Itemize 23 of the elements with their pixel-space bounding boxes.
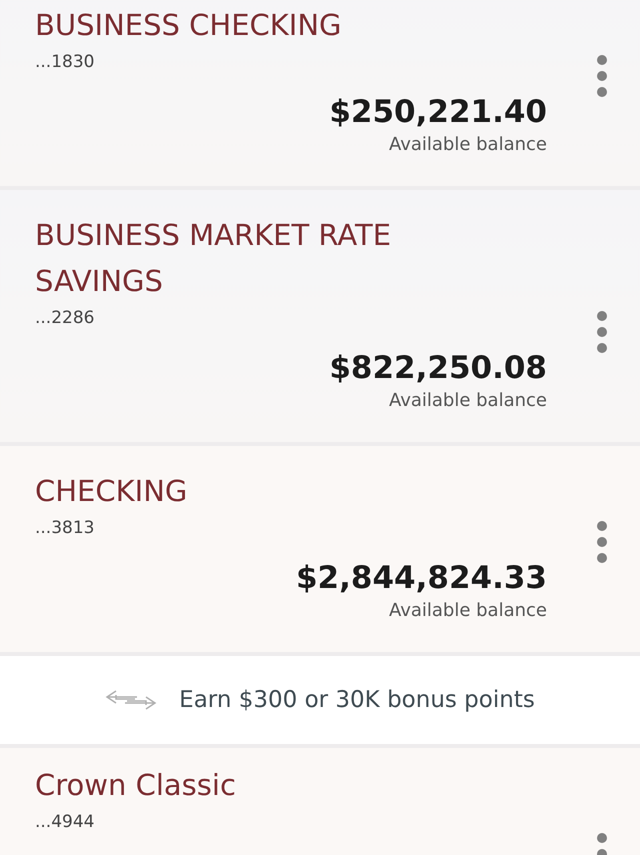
account-card[interactable]: BUSINESS CHECKING ...1830 $250,221.40 Available balance — [0, 0, 640, 186]
balance-amount: $822,250.08 — [328, 349, 547, 388]
balance-amount: $250,221.40 — [328, 93, 547, 132]
account-name: Crown Classic — [35, 767, 237, 804]
account-card[interactable]: BUSINESS MARKET RATE SAVINGS ...2286 $822,250.08 Available balance — [0, 190, 640, 442]
balance-amount: $2,844,824.33 — [294, 559, 547, 598]
account-card[interactable]: Crown Classic ...4944 — [0, 748, 640, 855]
account-name: BUSINESS CHECKING — [35, 7, 342, 44]
promo-link[interactable]: Earn $300 or 30K bonus points — [0, 656, 640, 744]
balance-label: Available balance — [388, 133, 547, 157]
balance-label: Available balance — [388, 389, 547, 413]
account-card[interactable]: CHECKING ...3813 $2,844,824.33 Available balance — [0, 446, 640, 652]
account-number: ...3813 — [35, 517, 96, 540]
account-number: ...1830 — [35, 51, 96, 74]
account-number: ...2286 — [35, 307, 96, 330]
account-name: CHECKING — [35, 473, 188, 510]
more-options-icon[interactable] — [595, 520, 609, 564]
more-options-icon[interactable] — [595, 54, 609, 98]
more-options-icon[interactable] — [595, 310, 609, 354]
transfer-arrows-icon — [105, 689, 158, 711]
account-number: ...4944 — [35, 811, 96, 834]
account-name: BUSINESS MARKET RATE SAVINGS — [35, 217, 392, 300]
balance-label: Available balance — [388, 599, 547, 623]
